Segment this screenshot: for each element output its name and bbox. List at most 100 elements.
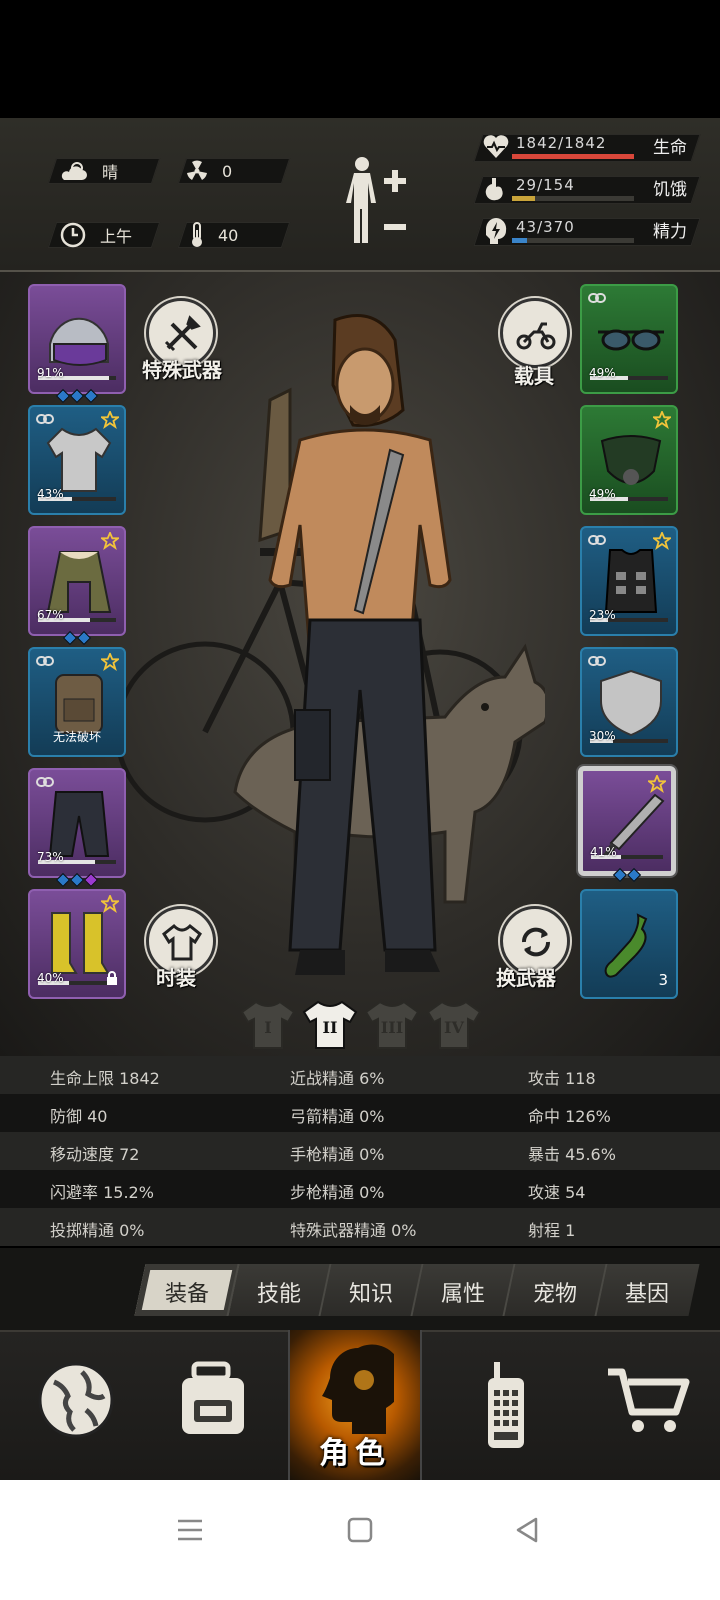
gem-socket — [626, 867, 642, 883]
section-tab-label: 知识 — [348, 1282, 393, 1307]
equipment-slot-left-6[interactable]: 40% — [28, 889, 126, 999]
durability-percent: 91% — [37, 366, 64, 380]
gas-mask-icon — [600, 435, 662, 485]
equipment-slot-left-1[interactable]: 91% — [28, 284, 126, 404]
weather-text: 晴 — [102, 163, 119, 182]
parka-jacket-icon — [46, 551, 112, 613]
attribute-cell: 近战精通 6% — [290, 1069, 385, 1088]
backpack-item-icon — [55, 674, 103, 734]
attribute-cell: 步枪精通 0% — [290, 1183, 385, 1202]
shirt-item-icon — [46, 427, 112, 492]
equipment-slot-right-6[interactable]: 3 — [580, 889, 678, 999]
hunger-stat: 29/154 饥饿 — [473, 172, 708, 206]
home-icon[interactable] — [340, 1510, 380, 1550]
survivor-character — [258, 314, 452, 975]
hunger-value: 29/154 — [516, 176, 575, 194]
hunger-label: 饥饿 — [653, 180, 687, 200]
durability-percent: 41% — [590, 845, 617, 859]
outfit-label: 时装 — [156, 966, 196, 990]
crossed-tools-icon — [164, 315, 201, 352]
outfit-tab-2[interactable]: II — [302, 1000, 358, 1050]
gem-socket — [83, 388, 99, 404]
vehicle-label: 载具 — [514, 364, 554, 388]
equipment-slot-left-3[interactable]: 67% — [28, 526, 126, 646]
back-icon[interactable] — [508, 1510, 548, 1550]
equipment-slot-right-1[interactable]: 49% — [580, 284, 678, 394]
durability-percent: 73% — [37, 850, 64, 864]
pants-icon — [48, 791, 110, 857]
walkie-talkie-icon — [488, 1362, 524, 1448]
head-silhouette-icon — [322, 1344, 394, 1434]
attribute-cell: 投掷精通 0% — [50, 1221, 145, 1240]
nav-radio[interactable] — [438, 1330, 570, 1480]
health-label: 生命 — [653, 138, 687, 158]
durability-percent: 67% — [37, 608, 64, 622]
health-bar-fill — [512, 154, 634, 159]
body-status-icon[interactable] — [340, 154, 420, 250]
globe-icon — [38, 1362, 114, 1438]
outfit-tab-label: I — [264, 1018, 272, 1037]
attribute-table: 生命上限 1842 近战精通 6% 攻击 118 防御 40 弓箭精通 0% 命中 126… — [0, 1056, 720, 1248]
swap-weapon-label: 换武器 — [496, 966, 556, 990]
thermometer-icon — [192, 222, 202, 247]
outfit-tab-3[interactable]: III — [364, 1000, 420, 1050]
swap-arrows-icon — [521, 927, 551, 957]
star-icon — [101, 653, 119, 671]
durability-percent: 30% — [589, 729, 616, 743]
recent-apps-icon[interactable] — [170, 1510, 210, 1550]
nav-shop[interactable] — [578, 1330, 710, 1480]
durability-percent: 43% — [37, 487, 64, 501]
sunglasses-icon — [598, 329, 664, 351]
backpack-icon — [182, 1361, 244, 1434]
gem-sockets — [30, 388, 124, 404]
attribute-cell: 射程 1 — [528, 1221, 576, 1240]
status-bar-area — [0, 0, 720, 118]
durability-percent: 23% — [589, 608, 616, 622]
star-icon — [653, 411, 671, 429]
gem-socket — [76, 630, 92, 646]
hud-panel: 晴 0 上午 40 1842/1842 生命 29/154 饥饿 43/370 … — [0, 118, 720, 272]
vehicle-button[interactable] — [500, 298, 570, 368]
link-icon — [36, 777, 54, 787]
attribute-cell: 防御 40 — [50, 1107, 108, 1126]
outfit-tab-label: IV — [444, 1018, 464, 1037]
unbreakable-label: 无法破坏 — [52, 730, 101, 744]
attribute-cell: 特殊武器精通 0% — [290, 1221, 417, 1240]
clock-icon — [60, 222, 86, 248]
gem-sockets — [30, 630, 124, 646]
heart-pulse-icon — [483, 135, 509, 158]
equipment-slot-right-2[interactable]: 49% — [580, 405, 678, 515]
nav-inventory[interactable] — [150, 1330, 282, 1480]
special-weapon-label: 特殊武器 — [142, 358, 222, 382]
attribute-cell: 弓箭精通 0% — [290, 1107, 385, 1126]
energy-label: 精力 — [653, 222, 687, 242]
equipment-slot-right-3[interactable]: 23% — [580, 526, 678, 636]
durability-percent: 49% — [589, 487, 616, 501]
gem-socket — [62, 630, 78, 646]
outfit-tab-1[interactable]: I — [240, 1000, 296, 1050]
section-tab-label: 属性 — [440, 1282, 485, 1307]
radiation-icon — [187, 160, 207, 180]
gem-socket — [69, 388, 85, 404]
section-tab-label: 技能 — [256, 1282, 301, 1307]
tshirt-icon — [162, 923, 202, 961]
cloud-sun-icon — [61, 162, 87, 180]
section-tab-label: 基因 — [624, 1282, 669, 1307]
equipment-slot-left-2[interactable]: 43% — [28, 405, 126, 515]
shopping-cart-icon — [608, 1368, 690, 1432]
equipment-slot-right-4[interactable]: 30% — [580, 647, 678, 757]
gem-sockets — [30, 872, 124, 888]
outfit-tab-4[interactable]: IV — [426, 1000, 482, 1050]
equipment-slot-left-5[interactable]: 73% — [28, 768, 126, 888]
star-icon — [653, 532, 671, 550]
equipment-slot-left-4[interactable]: 无法破坏 — [28, 647, 126, 757]
equipment-slot-right-5[interactable]: 41% — [578, 766, 676, 883]
energy-value: 43/370 — [516, 218, 575, 236]
attribute-cell: 闪避率 15.2% — [50, 1183, 154, 1202]
item-count: 3 — [658, 971, 668, 989]
gem-socket — [612, 867, 628, 883]
attribute-row: 闪避率 15.2% 步枪精通 0% 攻速 54 — [0, 1170, 720, 1208]
outfit-tab-label: II — [322, 1018, 338, 1037]
nav-world-map[interactable] — [10, 1330, 142, 1480]
star-icon — [101, 411, 119, 429]
